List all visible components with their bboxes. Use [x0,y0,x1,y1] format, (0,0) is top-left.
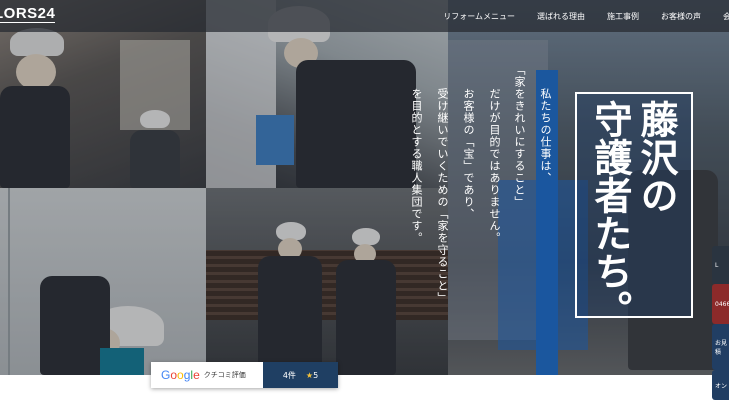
nav-reform-menu[interactable]: リフォームメニュー [443,11,515,22]
hero-body-line-2: 「家をきれいにすること」 [513,64,526,208]
hero-body-line-5: 受け継いでいくための「家を守ること」 [436,88,449,304]
hero-body-line-3: だけが目的ではありません。 [488,88,501,244]
google-logo: Google [161,368,200,382]
star-icon: ★ [305,370,314,380]
hero-body-line-4: お客様の「宝」であり、 [462,88,475,220]
nav-voices[interactable]: お客様の声 [661,11,701,22]
google-review-badge[interactable]: Google クチコミ評価 4件 ★5 [151,362,338,388]
side-tab-line[interactable]: L [712,246,729,284]
side-tab-phone[interactable]: 0466 [712,284,729,324]
main-nav: リフォームメニュー 選ばれる理由 施工事例 お客様の声 会社 [421,0,729,32]
hero-title-box: 藤沢の 守護者たち。 [575,92,693,328]
review-count: 4件 [282,370,296,380]
review-rating: ★5 [305,370,319,380]
hero-title-line-1: 藤沢の [634,100,678,214]
nav-reasons[interactable]: 選ばれる理由 [537,11,585,22]
side-tab-online[interactable]: オン [712,370,729,400]
side-tab-estimate[interactable]: お見積 [712,324,729,370]
review-badge-right: 4件 ★5 [263,362,338,388]
site-logo[interactable]: LORS24 [0,5,56,23]
site-header: LORS24 リフォームメニュー 選ばれる理由 施工事例 お客様の声 会社 [0,0,729,32]
nav-company[interactable]: 会社 [723,11,729,22]
review-label: クチコミ評価 [203,371,246,379]
hero-title-line-2: 守護者たち。 [588,100,632,328]
hero-body-line-1: 私たちの仕事は、 [539,88,552,184]
nav-works[interactable]: 施工事例 [607,11,639,22]
hero-body-line-6: を目的とする職人集団です。 [410,88,423,244]
review-badge-left: Google クチコミ評価 [151,362,263,388]
